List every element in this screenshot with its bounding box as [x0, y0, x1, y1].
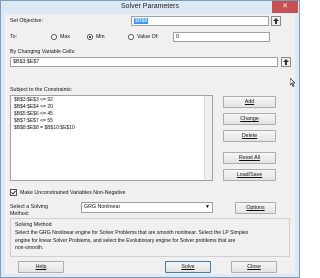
chevron-down-icon: ▼	[205, 204, 210, 210]
options-button-label: Options	[246, 205, 265, 211]
method-description-line: non-smooth.	[15, 245, 44, 251]
value-of-radio[interactable]	[128, 34, 134, 40]
solver-parameters-dialog: Solver Parameters ✕ Set Objective: $B$8 …	[0, 0, 300, 278]
variable-cells-collapse-button[interactable]	[281, 57, 291, 67]
constraint-item[interactable]: $B$5:$E$6 <= 45	[11, 111, 212, 118]
help-button[interactable]: Help	[18, 261, 64, 273]
constraints-label: Subject to the Constraints:	[10, 87, 73, 93]
add-button-label: Add	[244, 99, 255, 105]
window-title: Solver Parameters	[121, 3, 179, 10]
constraint-item[interactable]: $B$4:$E$4 <= 20	[11, 104, 212, 111]
dialog-body: Set Objective: $B$8 To: Max Min Value Of…	[5, 14, 295, 274]
method-description-line: Select the GRG Nonlinear engine for Solv…	[15, 230, 249, 236]
nonnegative-label: Make Unconstrained Variables Non-Negativ…	[20, 190, 126, 196]
set-objective-label: Set Objective:	[10, 18, 43, 24]
load-save-button-label: Load/Save	[236, 172, 263, 178]
mouse-cursor-icon	[290, 78, 295, 87]
value-of-label: Value Of:	[137, 34, 159, 40]
solve-button-label: Solve	[181, 264, 195, 270]
objective-input[interactable]: $B$8	[131, 16, 269, 26]
change-button[interactable]: Change	[223, 113, 276, 125]
solving-method-value: GRG Nonlinear	[84, 204, 121, 210]
solving-method-select[interactable]: GRG Nonlinear ▼	[81, 202, 213, 213]
min-radio[interactable]	[87, 34, 93, 40]
method-description-line: engine for linear Solver Problems, and s…	[15, 237, 236, 244]
solving-method-label-line2: Method:	[10, 211, 30, 217]
delete-button[interactable]: Delete	[223, 130, 276, 142]
constraints-scrollbar[interactable]	[204, 96, 212, 180]
title-bar: Solver Parameters ✕	[1, 1, 299, 14]
variable-cells-input[interactable]: $B$3:$E$7	[10, 57, 278, 67]
constraint-item[interactable]: $B$3:$E$3 <= 92	[11, 97, 212, 104]
help-button-label: Help	[35, 264, 47, 270]
objective-value: $B$8	[134, 18, 149, 24]
window-close-button[interactable]: ✕	[272, 1, 298, 13]
range-select-icon	[273, 18, 279, 24]
to-label: To:	[10, 34, 18, 40]
change-button-label: Change	[240, 116, 259, 122]
objective-collapse-button[interactable]	[271, 16, 281, 26]
load-save-button[interactable]: Load/Save	[223, 169, 276, 181]
min-label: Min	[96, 34, 105, 40]
constraint-item[interactable]: $B$8:$E$8 = $B$10:$E$10	[11, 125, 212, 132]
checkmark-icon	[11, 190, 16, 195]
reset-all-button[interactable]: Reset All	[223, 152, 276, 164]
options-button[interactable]: Options	[235, 202, 276, 214]
close-button-label: Close	[247, 264, 261, 270]
nonnegative-checkbox[interactable]	[10, 189, 17, 196]
reset-all-button-label: Reset All	[239, 155, 260, 161]
constraints-list[interactable]: $B$3:$E$3 <= 92 $B$4:$E$4 <= 20 $B$5:$E$…	[10, 95, 213, 181]
delete-button-label: Delete	[241, 133, 258, 139]
solving-method-label-line1: Select a Solving	[10, 204, 48, 210]
max-radio[interactable]	[51, 34, 57, 40]
value-of-input[interactable]: 0	[173, 32, 270, 42]
max-label: Max	[60, 34, 71, 40]
close-button[interactable]: Close	[231, 261, 277, 273]
solving-method-label: Select a Solving Method:	[10, 204, 48, 218]
constraint-item[interactable]: $B$7:$E$7 <= 55	[11, 118, 212, 125]
range-select-icon	[283, 59, 289, 65]
add-button[interactable]: Add	[223, 96, 276, 108]
solving-method-description: Select the GRG Nonlinear engine for Solv…	[15, 230, 248, 253]
solving-method-group-title: Solving Method	[15, 222, 52, 228]
variable-cells-label: By Changing Variable Cells:	[10, 49, 76, 55]
solve-button[interactable]: Solve	[165, 261, 211, 273]
